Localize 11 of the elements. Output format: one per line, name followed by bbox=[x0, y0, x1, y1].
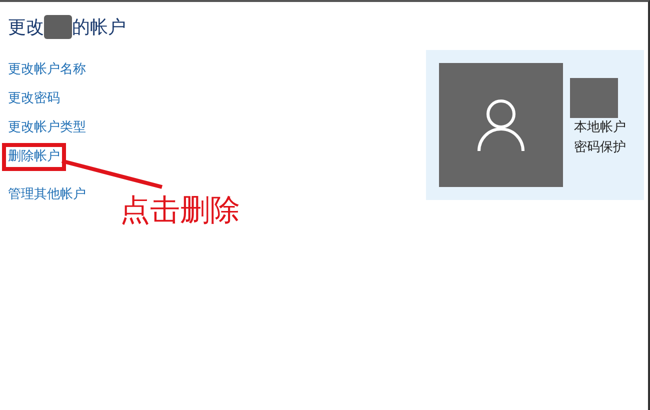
account-link[interactable]: 更改帐户类型 bbox=[2, 114, 92, 142]
account-link[interactable]: 更改帐户名称 bbox=[2, 56, 92, 84]
annotation-text: 点击删除 bbox=[120, 192, 240, 230]
window-title: 的帐户 bbox=[72, 16, 126, 39]
account-link[interactable]: 管理其他帐户 bbox=[2, 181, 92, 209]
window-title: 更改 bbox=[8, 16, 44, 39]
account-info: 本地帐户 bbox=[574, 119, 626, 137]
account-link[interactable]: 删除帐户 bbox=[2, 143, 66, 171]
account-link[interactable]: 更改密码 bbox=[2, 85, 66, 113]
user-icon bbox=[476, 98, 526, 152]
account-info: 密码保护 bbox=[574, 139, 626, 157]
